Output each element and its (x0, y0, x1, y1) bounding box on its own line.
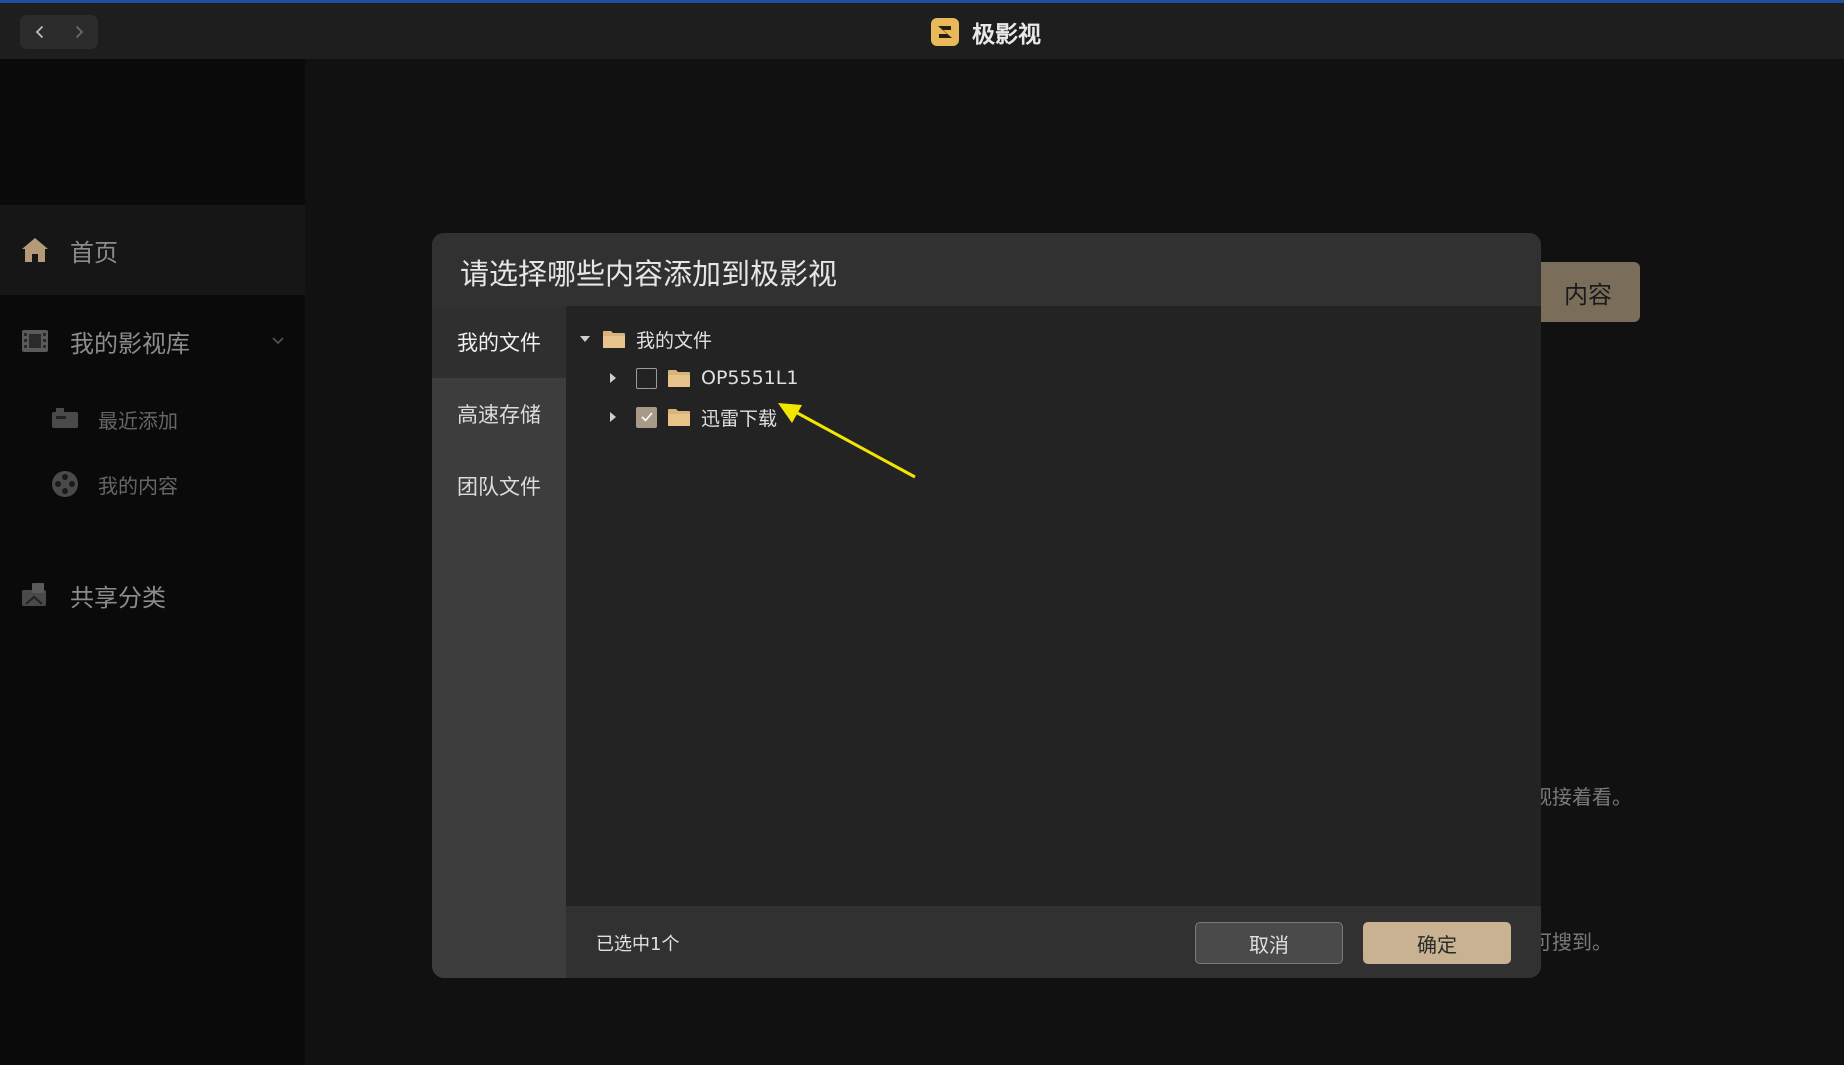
sidebar-item-label: 我的影视库 (70, 329, 190, 358)
folder-tree: 我的文件 OP5551L1 迅雷下载 (566, 306, 1541, 906)
app-logo-icon (931, 18, 959, 46)
folder-icon (603, 331, 625, 348)
sidebar: 首页 我的影视库 最近添加 我的内容 共享分类 (0, 59, 305, 1065)
app-window: 极影视 首页 我的影视库 最近添加 我的内容 共享分类 内容 观接着看。 可搜到… (0, 0, 1844, 1065)
back-button[interactable] (20, 15, 59, 49)
caret-down-icon[interactable] (576, 330, 594, 348)
nav-buttons (20, 15, 98, 49)
background-hint-text: 观接着看。 (1532, 785, 1632, 809)
background-hint-text: 可搜到。 (1532, 930, 1612, 954)
caret-right-icon[interactable] (604, 369, 622, 387)
tree-item-checkbox[interactable] (636, 406, 657, 428)
sidebar-item-library[interactable]: 我的影视库 (0, 311, 305, 371)
add-content-button-label: 内容 (1564, 280, 1612, 309)
add-content-dialog: 请选择哪些内容添加到极影视 我的文件 高速存储 团队文件 我的文件 OP5551… (432, 233, 1541, 978)
sidebar-item-recent[interactable]: 最近添加 (0, 394, 305, 444)
tree-item-checkbox[interactable] (636, 367, 657, 389)
sidebar-item-label: 我的内容 (98, 473, 178, 498)
tab-team-files[interactable]: 团队文件 (432, 450, 566, 522)
dialog-footer: 已选中1个 取消 确定 (566, 906, 1541, 978)
dialog-header: 请选择哪些内容添加到极影视 (432, 233, 1541, 306)
chevron-down-icon[interactable] (271, 333, 285, 347)
caret-right-icon[interactable] (604, 408, 622, 426)
tree-item-label: OP5551L1 (701, 367, 799, 389)
sidebar-item-my-content[interactable]: 我的内容 (0, 459, 305, 509)
film-icon (22, 330, 48, 352)
tree-root-row[interactable]: 我的文件 (576, 324, 712, 354)
folder-icon (668, 409, 690, 426)
tree-item-op5551l1[interactable]: OP5551L1 (604, 363, 798, 393)
app-title-text: 极影视 (972, 22, 1041, 48)
home-icon (22, 238, 48, 262)
dialog-title: 请选择哪些内容添加到极影视 (460, 257, 838, 291)
share-folder-icon (22, 583, 46, 606)
annotation-arrow-icon (778, 403, 916, 479)
tab-high-speed-storage[interactable]: 高速存储 (432, 378, 566, 450)
recent-icon (52, 408, 78, 428)
title-bar: 极影视 (0, 0, 1844, 59)
sidebar-item-home[interactable]: 首页 (0, 205, 305, 295)
chevron-right-icon (75, 25, 83, 39)
tab-my-files[interactable]: 我的文件 (432, 306, 566, 378)
forward-button[interactable] (59, 15, 98, 49)
sidebar-item-label: 最近添加 (98, 408, 178, 433)
film-reel-icon (52, 471, 78, 497)
folder-icon (668, 370, 690, 387)
chevron-left-icon (35, 25, 43, 39)
tree-item-xunlei-download[interactable]: 迅雷下载 (604, 402, 777, 432)
tree-root-label: 我的文件 (636, 329, 713, 352)
sidebar-item-label: 共享分类 (70, 583, 166, 612)
sidebar-item-label: 首页 (70, 238, 118, 267)
app-title: 极影视 (930, 15, 1041, 49)
tree-item-label: 迅雷下载 (701, 407, 778, 430)
selected-count: 已选中1个 (596, 934, 680, 955)
cancel-button[interactable]: 取消 (1195, 922, 1343, 964)
dialog-tabs: 我的文件 高速存储 团队文件 (432, 306, 566, 978)
sidebar-item-shared[interactable]: 共享分类 (0, 565, 305, 625)
checkmark-icon (640, 412, 653, 422)
confirm-button[interactable]: 确定 (1363, 922, 1511, 964)
